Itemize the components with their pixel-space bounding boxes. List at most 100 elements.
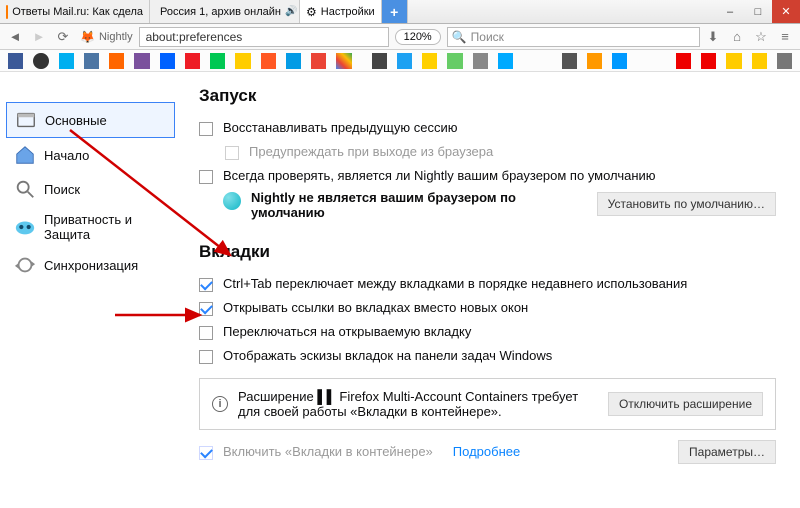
checkbox[interactable] (199, 278, 213, 292)
close-window-button[interactable]: ✕ (772, 0, 800, 23)
back-button[interactable]: ◄ (4, 26, 26, 48)
site-identity[interactable]: 🦊 Nightly (76, 30, 137, 44)
set-default-button[interactable]: Установить по умолчанию… (597, 192, 776, 216)
bookmark-icon[interactable] (701, 53, 716, 69)
bookmark-icon[interactable] (447, 53, 462, 69)
checkbox[interactable] (199, 170, 213, 184)
home-button[interactable]: ⌂ (726, 26, 748, 48)
category-label: Приватность и Защита (44, 212, 167, 242)
url-bar[interactable]: about:preferences (139, 27, 389, 47)
bookmark-icon[interactable] (8, 53, 23, 69)
bookmark-icon[interactable] (336, 53, 351, 69)
checkbox[interactable] (199, 302, 213, 316)
pref-check-default[interactable]: Всегда проверять, является ли Nightly ва… (199, 164, 776, 188)
bookmark-icon[interactable] (676, 53, 691, 69)
pref-restore-session[interactable]: Восстанавливать предыдущую сессию (199, 116, 776, 140)
tabs-heading: Вкладки (199, 242, 776, 262)
bookmarks-button[interactable]: ☆ (750, 26, 772, 48)
gear-icon: ⚙ (306, 5, 317, 19)
bookmark-icon[interactable] (777, 53, 792, 69)
window-controls: – □ ✕ (716, 0, 800, 23)
search-placeholder: Поиск (471, 30, 504, 44)
bookmark-icon[interactable] (109, 53, 124, 69)
browser-tab[interactable]: Россия 1, архив онлайн 🔊 (150, 0, 300, 23)
category-label: Поиск (44, 182, 80, 197)
checkbox[interactable] (199, 326, 213, 340)
pref-label: Всегда проверять, является ли Nightly ва… (223, 168, 656, 183)
category-label: Начало (44, 148, 89, 163)
identity-label: Nightly (99, 31, 133, 43)
category-home[interactable]: Начало (6, 138, 175, 172)
preferences-sidebar: Основные Начало Поиск Приватность и Защи… (0, 72, 175, 508)
pref-label: Восстанавливать предыдущую сессию (223, 120, 458, 135)
bookmark-icon[interactable] (587, 53, 602, 69)
tab-strip: Ответы Mail.ru: Как сдела Россия 1, архи… (0, 0, 800, 24)
bookmark-icon[interactable] (311, 53, 326, 69)
checkbox[interactable] (199, 350, 213, 364)
bookmark-icon[interactable] (134, 53, 149, 69)
menu-button[interactable]: ≡ (774, 26, 796, 48)
extension-warning: i Расширение ▌▌ Firefox Multi-Account Co… (199, 378, 776, 430)
bookmarks-toolbar (0, 50, 800, 72)
bookmark-icon[interactable] (562, 53, 577, 69)
nav-toolbar: ◄ ► ⟳ 🦊 Nightly about:preferences 120% 🔍… (0, 24, 800, 50)
maximize-button[interactable]: □ (744, 0, 772, 23)
reload-button[interactable]: ⟳ (52, 26, 74, 48)
browser-tab[interactable]: ⚙ Настройки (300, 0, 382, 23)
search-bar[interactable]: 🔍 Поиск (447, 27, 700, 47)
bookmark-icon[interactable] (422, 53, 437, 69)
category-label: Основные (45, 113, 107, 128)
startup-heading: Запуск (199, 86, 776, 106)
bookmark-icon[interactable] (210, 53, 225, 69)
bookmark-icon[interactable] (397, 53, 412, 69)
bookmark-icon[interactable] (752, 53, 767, 69)
category-search[interactable]: Поиск (6, 172, 175, 206)
minimize-button[interactable]: – (716, 0, 744, 23)
sync-icon (14, 254, 36, 276)
category-label: Синхронизация (44, 258, 138, 273)
url-text: about:preferences (146, 30, 243, 44)
info-icon: i (212, 396, 228, 412)
category-privacy[interactable]: Приватность и Защита (6, 206, 175, 248)
bookmark-icon[interactable] (473, 53, 488, 69)
pref-open-links-in-tabs[interactable]: Открывать ссылки во вкладках вместо новы… (199, 296, 776, 320)
zoom-text: 120% (404, 31, 432, 43)
bookmark-icon[interactable] (286, 53, 301, 69)
new-tab-button[interactable]: + (382, 0, 408, 23)
pref-label: Отображать эскизы вкладок на панели зада… (223, 348, 552, 363)
bookmark-icon[interactable] (160, 53, 175, 69)
pref-taskbar-previews[interactable]: Отображать эскизы вкладок на панели зада… (199, 344, 776, 368)
bookmark-icon[interactable] (84, 53, 99, 69)
browser-tab[interactable]: Ответы Mail.ru: Как сдела (0, 0, 150, 23)
bookmark-icon[interactable] (726, 53, 741, 69)
bookmark-icon[interactable] (235, 53, 250, 69)
category-sync[interactable]: Синхронизация (6, 248, 175, 282)
search-icon (14, 178, 36, 200)
pref-ctrl-tab[interactable]: Ctrl+Tab переключает между вкладками в п… (199, 272, 776, 296)
pref-label: Открывать ссылки во вкладках вместо новы… (223, 300, 528, 315)
zoom-indicator[interactable]: 120% (395, 29, 441, 45)
bookmark-icon[interactable] (612, 53, 627, 69)
pref-container-tabs: Включить «Вкладки в контейнере» Подробне… (199, 440, 776, 464)
category-general[interactable]: Основные (6, 102, 175, 138)
bookmark-icon[interactable] (498, 53, 513, 69)
bookmark-icon[interactable] (59, 53, 74, 69)
pref-label: Ctrl+Tab переключает между вкладками в п… (223, 276, 687, 291)
checkbox[interactable] (199, 122, 213, 136)
container-settings-button[interactable]: Параметры… (678, 440, 776, 464)
checkbox (199, 446, 213, 460)
bookmark-icon[interactable] (33, 53, 48, 69)
general-icon (15, 109, 37, 131)
disable-extension-button[interactable]: Отключить расширение (608, 392, 763, 416)
firefox-icon: 🦊 (80, 30, 95, 44)
learn-more-link[interactable]: Подробнее (453, 444, 520, 459)
pref-switch-to-tab[interactable]: Переключаться на открываемую вкладку (199, 320, 776, 344)
downloads-button[interactable]: ⬇ (702, 26, 724, 48)
bookmark-icon[interactable] (372, 53, 387, 69)
extension-message: Расширение ▌▌ Firefox Multi-Account Cont… (238, 389, 598, 419)
checkbox (225, 146, 239, 160)
bookmark-icon[interactable] (261, 53, 276, 69)
audio-icon[interactable]: 🔊 (285, 6, 297, 17)
bookmark-icon[interactable] (185, 53, 200, 69)
forward-button[interactable]: ► (28, 26, 50, 48)
